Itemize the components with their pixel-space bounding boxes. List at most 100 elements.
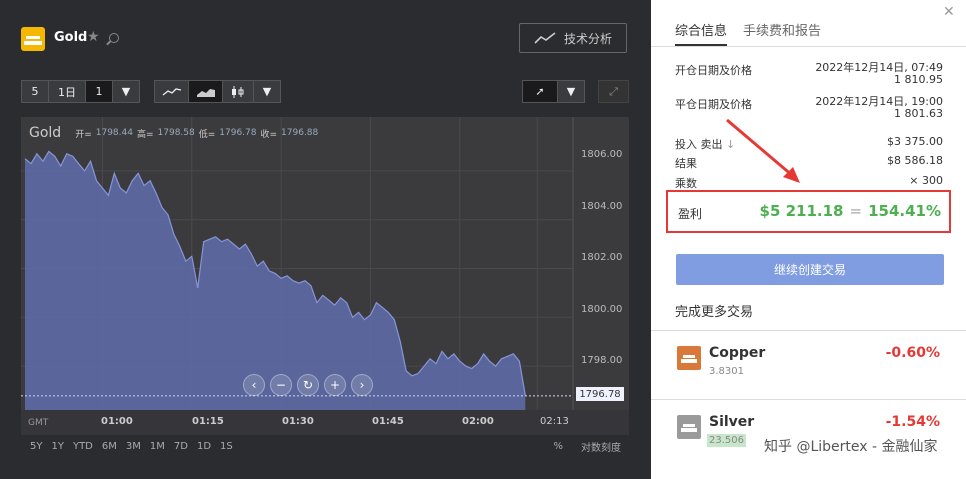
percent-toggle[interactable]: % [553,441,563,452]
chevron-down-icon: ▼ [566,85,576,98]
legend-open-label: 开= [75,129,92,140]
profit-eq: = [849,202,863,220]
asset-change: -1.54% [885,414,940,430]
price-chart[interactable]: Gold 开= 1798.44 高= 1798.58 低= 1796.78 收= 179… [21,117,629,435]
profit-highlight: 盈利 $5 211.18 = 154.41% [666,190,951,233]
divider [651,399,966,400]
continue-trade-button[interactable]: 继续创建交易 [676,254,944,285]
zoom-out-button[interactable]: − [270,374,292,396]
trend-icon [534,32,556,44]
chevron-down-icon: ▼ [121,85,131,98]
asset-change: -0.60% [885,345,940,361]
line-chart-icon [162,87,181,96]
area-chart-icon [196,88,215,97]
fullscreen-group: ⤢ [598,80,629,103]
close-price: 1 801.63 [894,107,943,120]
legend-open: 1798.44 [95,128,133,138]
asset-price: 23.506 [707,434,746,447]
y-tick: 1806.00 [581,149,623,160]
zoom-in-button[interactable]: + [324,374,346,396]
range-7d[interactable]: 7D [174,441,188,452]
range-ytd[interactable]: YTD [73,441,93,452]
interval-selector[interactable]: 1 [86,81,113,102]
fullscreen-button[interactable]: ⤢ [599,81,628,102]
range-1s[interactable]: 1S [220,441,233,452]
close-value: 2022年12月14日, 19:00 1 801.63 [815,96,943,120]
invest-text: 投入 [675,138,697,151]
result-value: $8 586.18 [887,154,943,167]
asset-name: Silver [709,414,755,430]
copper-icon [677,346,701,370]
asset-name: Copper [709,345,766,361]
range-3m[interactable]: 3M [126,441,141,452]
tab-info[interactable]: 综合信息 [675,20,728,46]
draw-arrow-button[interactable]: ➚ [523,81,558,102]
tab-fees[interactable]: 手续费和报告 [743,20,821,46]
profit-amount: $5 211.18 [759,202,844,220]
range-5y[interactable]: 5Y [30,441,42,452]
result-label: 结果 [675,157,697,170]
chart-type-dropdown[interactable]: ▼ [254,81,280,102]
arrow-up-right-icon: ➚ [535,85,545,98]
minus-icon: − [275,378,287,392]
x-tick: 01:15 [192,416,224,427]
scroll-left-button[interactable]: ‹ [243,374,265,396]
x-tick: 01:30 [282,416,314,427]
line-chart-button[interactable] [155,81,189,102]
candle-chart-button[interactable] [223,81,254,102]
refresh-icon: ↻ [302,378,314,392]
arrow-down-icon: ↓ [726,138,736,151]
sell-text: 卖出 [700,138,723,151]
range-1d[interactable]: 1D [197,441,211,452]
expand-icon: ⤢ [609,84,618,98]
open-label: 开仓日期及价格 [675,64,752,77]
silver-icon [677,415,701,439]
asset-price: 3.8301 [709,366,744,377]
range-1y[interactable]: 1Y [51,441,63,452]
y-tick: 1804.00 [581,201,623,212]
multiplier-value: × 300 [909,174,943,187]
legend-high: 1798.58 [157,128,195,138]
divider [651,330,966,331]
chevron-right-icon: › [359,378,365,392]
tech-analysis-label: 技术分析 [563,31,612,46]
profit-percent: 154.41% [868,202,941,220]
open-value: 2022年12月14日, 07:49 1 810.95 [815,62,943,86]
draw-dropdown[interactable]: ▼ [558,81,584,102]
log-scale-toggle[interactable]: 对数刻度 [581,439,621,454]
invest-value: $3 375.00 [887,135,943,148]
instrument-title: Gold [54,30,88,45]
range-6m[interactable]: 6M [102,441,117,452]
watermark: 知乎 @Libertex - 金融仙家 [764,439,938,455]
legend-low: 1796.78 [219,128,257,138]
reset-button[interactable]: ↻ [297,374,319,396]
timeframe-group: 5 1日 1 ▼ [21,80,140,103]
gmt-label: GMT [28,418,49,428]
tech-analysis-button[interactable]: 技术分析 [519,23,627,53]
plus-icon: + [329,378,341,392]
qty-selector[interactable]: 5 [22,81,49,102]
trade-info-panel: ✕ 综合信息 手续费和报告 开仓日期及价格 2022年12月14日, 07:49… [651,0,966,479]
invest-label: 投入 卖出 ↓ [675,136,735,152]
profit-value: $5 211.18 = 154.41% [760,202,941,220]
price-area [25,151,526,410]
legend-close: 1796.88 [281,128,319,138]
x-tick: 01:00 [101,416,133,427]
search-icon[interactable] [109,33,119,43]
close-icon[interactable]: ✕ [943,4,955,20]
scroll-right-button[interactable]: › [351,374,373,396]
x-tick: 02:13 [540,416,569,427]
chart-legend: Gold 开= 1798.44 高= 1798.58 低= 1796.78 收= 179… [29,125,318,141]
chart-area: Gold ★ 技术分析 5 1日 1 ▼ ▼ ➚ ▼ ⤢ Gold 开= 1798… [0,0,651,479]
period-selector[interactable]: 1日 [49,81,86,102]
multiplier-label: 乘数 [675,177,697,190]
y-tick: 1798.00 [581,355,623,366]
area-chart-button[interactable] [189,81,223,102]
range-1m[interactable]: 1M [150,441,165,452]
y-tick: 1802.00 [581,252,623,263]
current-price-label: 1796.78 [576,387,624,401]
star-icon[interactable]: ★ [87,29,100,45]
candlestick-icon [232,85,244,98]
draw-group: ➚ ▼ [522,80,585,103]
interval-dropdown[interactable]: ▼ [113,81,139,102]
